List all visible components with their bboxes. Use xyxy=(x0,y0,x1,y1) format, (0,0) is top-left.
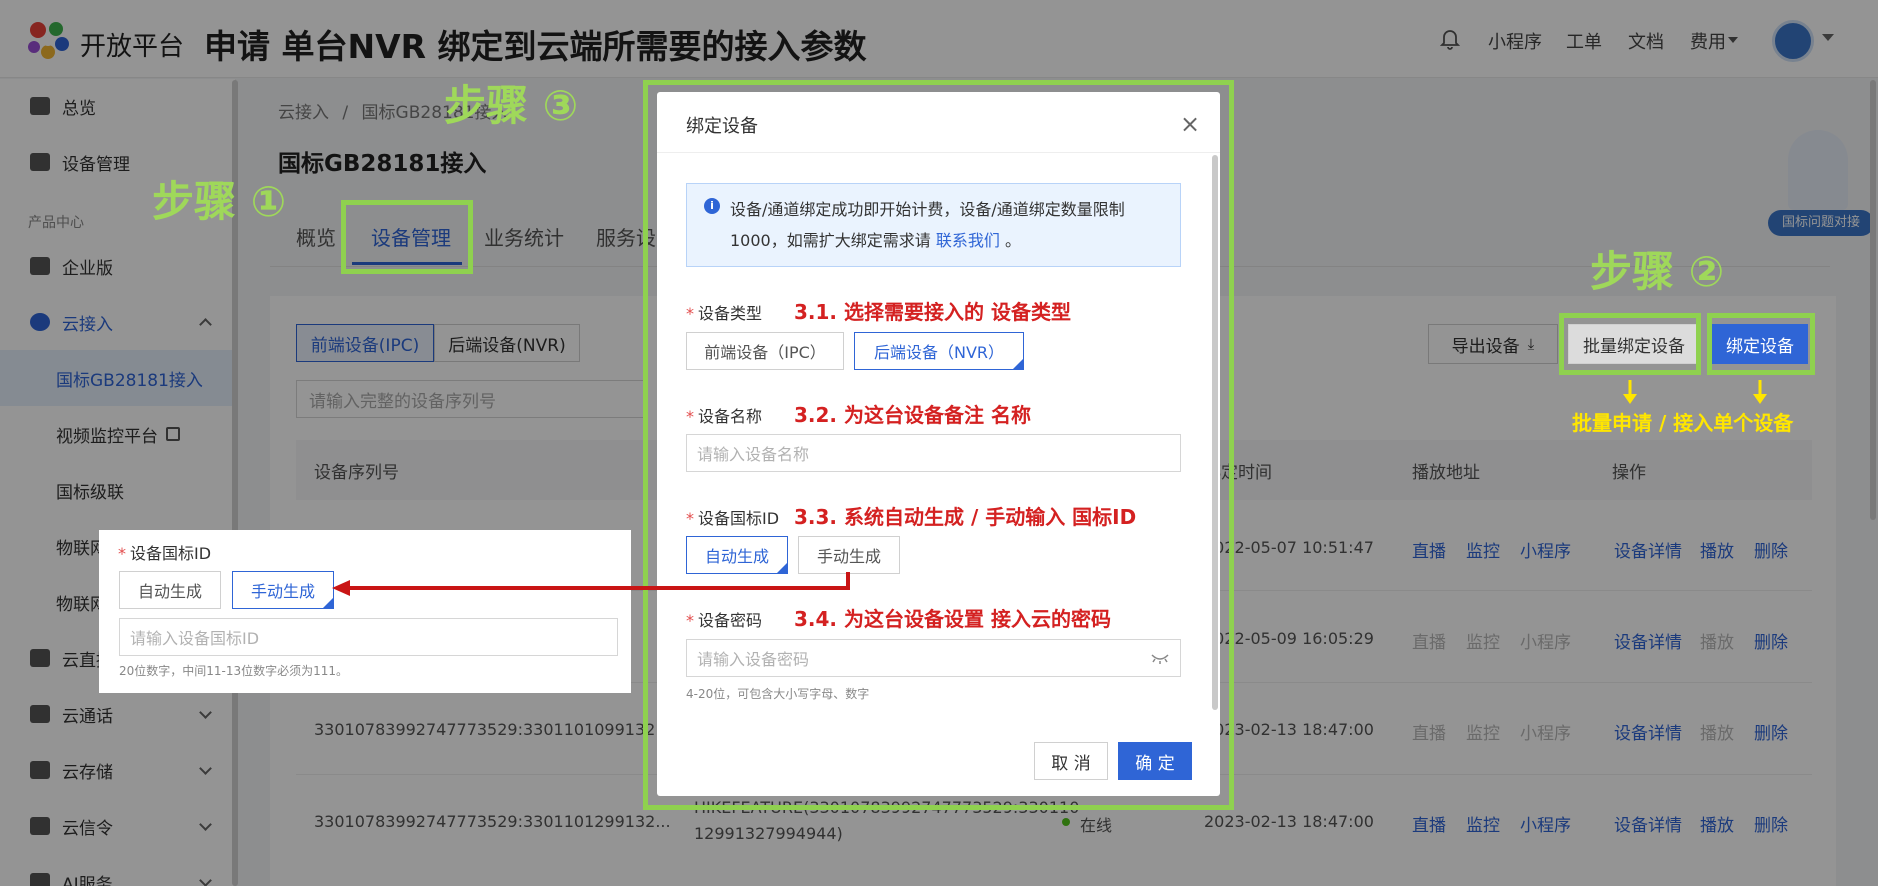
yellow-note: 批量申请 / 接入单个设备 xyxy=(1572,411,1794,435)
popout-auto-option[interactable]: 自动生成 xyxy=(119,571,221,609)
annotation-box-batch xyxy=(1559,313,1701,375)
step-2-label: 步骤 ② xyxy=(1590,247,1725,296)
option-label: 手动生成 xyxy=(250,582,315,601)
step-3-label: 步骤 ③ xyxy=(444,81,579,130)
note-3-3: 3.3. 系统自动生成 / 手动输入 国标ID xyxy=(794,505,1137,529)
gbid-hint: 20位数字，中间11-13位数字必须为111。 xyxy=(119,664,349,678)
red-arrow-icon xyxy=(332,572,850,596)
note-3-1: 3.1. 选择需要接入的 设备类型 xyxy=(794,300,1071,324)
popout-manual-option[interactable]: 手动生成 xyxy=(232,571,334,609)
note-3-2: 3.2. 为这台设备备注 名称 xyxy=(794,403,1031,427)
note-3-4: 3.4. 为这台设备设置 接入云的密码 xyxy=(794,607,1111,631)
popout-gbid-label: * 设备国标ID xyxy=(118,544,212,563)
annotation-box-dialog xyxy=(643,80,1234,810)
annotation-box-bind xyxy=(1707,313,1815,375)
yellow-arrows-icon xyxy=(1623,380,1767,404)
label-text: 设备国标ID xyxy=(130,544,212,563)
step-1-label: 步骤 ① xyxy=(152,177,287,226)
annotation-box-tab xyxy=(341,200,473,274)
gbid-input[interactable]: 请输入设备国标ID xyxy=(119,618,618,656)
